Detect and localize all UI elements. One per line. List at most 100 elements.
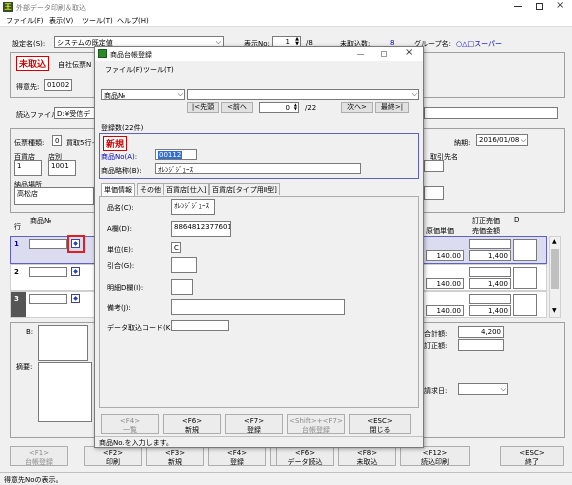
slip-type-field[interactable]: 0 (52, 135, 62, 146)
menu-tools[interactable]: ツール(T) (82, 16, 113, 26)
product-short-field[interactable]: ｵﾚﾝｼﾞｼﾞｭｰｽ (155, 163, 361, 174)
fkey-f1-button[interactable]: <F1> 台帳登録 (10, 446, 68, 466)
maximize-icon[interactable] (536, 3, 543, 10)
delivery-date-field[interactable]: 2016/01/08 ⌵ (476, 134, 528, 146)
cost-header: 原価単価 (426, 227, 454, 235)
delivery-place-field[interactable]: 高松店 (14, 187, 94, 205)
billing-date-field[interactable]: ⌵ (458, 383, 508, 395)
dialog-minimize-icon[interactable] (357, 54, 364, 55)
fkey-label: <F4> (226, 449, 248, 457)
dialog-fkey-list-button[interactable]: <F4> 一覧 (101, 414, 159, 434)
branch-field[interactable]: 1001 (48, 160, 76, 176)
qty-field[interactable] (171, 257, 197, 273)
product-no-cell[interactable] (29, 294, 67, 304)
slip-type-label: 伝票種類: (14, 139, 45, 147)
customer-field[interactable]: 01002 (44, 79, 72, 91)
detail-label: 明細D欄(I): (107, 284, 144, 292)
tab-other[interactable]: その他 (137, 183, 164, 195)
dialog-close-icon[interactable]: × (405, 47, 413, 58)
tab-price-info[interactable]: 単価情報 (101, 183, 135, 196)
dialog-fkey-ledger-button[interactable]: <Shift>+<F7> 台帳登録 (287, 414, 345, 434)
sales-amount-cell[interactable]: 1,400 (469, 305, 511, 316)
product-no-cell[interactable] (29, 267, 67, 277)
tab-dept-type2[interactable]: 百貨店[タイプ用Ⅱ型] (209, 183, 280, 195)
read-file-right-field[interactable] (424, 107, 558, 119)
corrected-price-cell[interactable] (469, 294, 511, 304)
read-file-field[interactable]: D:¥受信デ (54, 107, 96, 119)
lookup-icon[interactable]: ◆ (71, 294, 80, 303)
menu-help[interactable]: ヘルプ(H) (117, 16, 149, 26)
fkey-f4-button[interactable]: <F4> 登録 (208, 446, 266, 466)
nav-first-button[interactable]: |<先頭 (187, 102, 219, 113)
product-header: 商品№ (30, 217, 52, 225)
product-no-combo[interactable]: 商品№ ⌵ (101, 89, 185, 100)
summary-field[interactable] (38, 362, 92, 422)
product-no-label: 商品No(A): (101, 153, 138, 161)
dialog-menu-file[interactable]: ファイル(F) (105, 65, 143, 75)
lookup-icon[interactable]: ◆ (71, 267, 80, 276)
dialog-fkey-close-button[interactable]: <ESC> 閉じる (349, 414, 411, 434)
nav-prev-button[interactable]: <前へ (221, 102, 253, 113)
store-field[interactable]: 1 (14, 160, 42, 176)
nav-index-spinner[interactable]: 0 ▲ ▼ (259, 102, 299, 113)
minimize-icon[interactable] (514, 6, 522, 7)
d-cell[interactable] (513, 294, 537, 316)
remarks-field[interactable] (171, 299, 345, 315)
product-search-combo[interactable]: ⌵ (187, 89, 419, 100)
cost-cell[interactable]: 140.00 (426, 278, 464, 289)
grid-scrollbar[interactable]: ▲ ▼ (549, 236, 561, 318)
dialog-menu-tools[interactable]: ツール(T) (143, 65, 174, 75)
product-no-value: 00112 (158, 151, 183, 159)
fkey-caption: 登録 (247, 426, 261, 434)
unit-field[interactable]: C (171, 242, 181, 253)
import-code-field[interactable] (171, 320, 229, 331)
close-icon[interactable]: × (556, 0, 564, 11)
d-cell[interactable] (513, 239, 537, 261)
customer-label: 得意先: (16, 83, 40, 91)
menu-file[interactable]: ファイル(F) (6, 16, 44, 26)
b-field[interactable] (38, 325, 88, 361)
product-no-field[interactable]: 00112 (155, 149, 197, 160)
fkey-f8-button[interactable]: <F8> 未取込 (338, 446, 396, 466)
chevron-down-icon: ⌵ (177, 90, 183, 98)
dialog-maximize-icon[interactable] (381, 51, 387, 57)
scroll-up-icon[interactable]: ▲ (552, 238, 557, 245)
scroll-thumb[interactable] (551, 249, 559, 289)
fkey-f12-button[interactable]: <F12> 読込印刷 (400, 446, 470, 466)
menu-view[interactable]: 表示(V) (49, 16, 73, 26)
cost-cell[interactable]: 140.00 (426, 305, 464, 316)
total-field[interactable]: 4,200 (458, 326, 504, 338)
detail-field[interactable] (171, 279, 193, 295)
dialog-menubar: ファイル(F) ツール(T) (95, 63, 423, 75)
d-cell[interactable] (513, 267, 537, 289)
corrected-price-cell[interactable] (469, 239, 511, 249)
tab-dept-purchase[interactable]: 百貨店[仕入] (163, 183, 210, 195)
corrected-field[interactable] (458, 339, 504, 351)
dialog-fkey-new-button[interactable]: <F6> 新規 (163, 414, 221, 434)
name-field[interactable]: ｵﾚﾝｼﾞｼﾞｭｰｽ (171, 199, 215, 215)
jan-field[interactable]: 8864812377601 (171, 221, 231, 237)
scroll-down-icon[interactable]: ▼ (552, 307, 557, 314)
fkey-esc-button[interactable]: <ESC> 終了 (500, 446, 564, 466)
fkey-f3-button[interactable]: <F3> 新規 (146, 446, 204, 466)
fkey-f6-button[interactable]: <F6> データ読込 (276, 446, 334, 466)
main-title: 外部データ印刷＆取込 (16, 4, 86, 12)
total-value: 4,200 (480, 328, 501, 336)
nav-next-button[interactable]: 次へ> (341, 102, 373, 113)
fkey-caption: データ読込 (287, 458, 323, 466)
product-no-cell[interactable] (29, 239, 67, 249)
sales-amount-cell[interactable]: 1,400 (469, 278, 511, 289)
fkey-f2-button[interactable]: <F2> 印刷 (84, 446, 142, 466)
customer-name-field-2[interactable] (424, 186, 444, 200)
main-status-text: 得意先Noの表示。 (4, 476, 63, 484)
customer-name-field[interactable] (424, 160, 444, 172)
nav-last-button[interactable]: 最終>| (375, 102, 409, 113)
cost-cell[interactable]: 140.00 (426, 250, 464, 261)
lookup-icon[interactable]: ◆ (71, 239, 80, 248)
sales-amount-cell[interactable]: 1,400 (469, 250, 511, 261)
corrected-price-cell[interactable] (469, 267, 511, 277)
fkey-label: <F6> (294, 449, 316, 457)
dialog-fkey-save-button[interactable]: <F7> 登録 (225, 414, 283, 434)
customer-value: 01002 (47, 81, 70, 89)
qty-label: 引合(G): (107, 262, 135, 270)
